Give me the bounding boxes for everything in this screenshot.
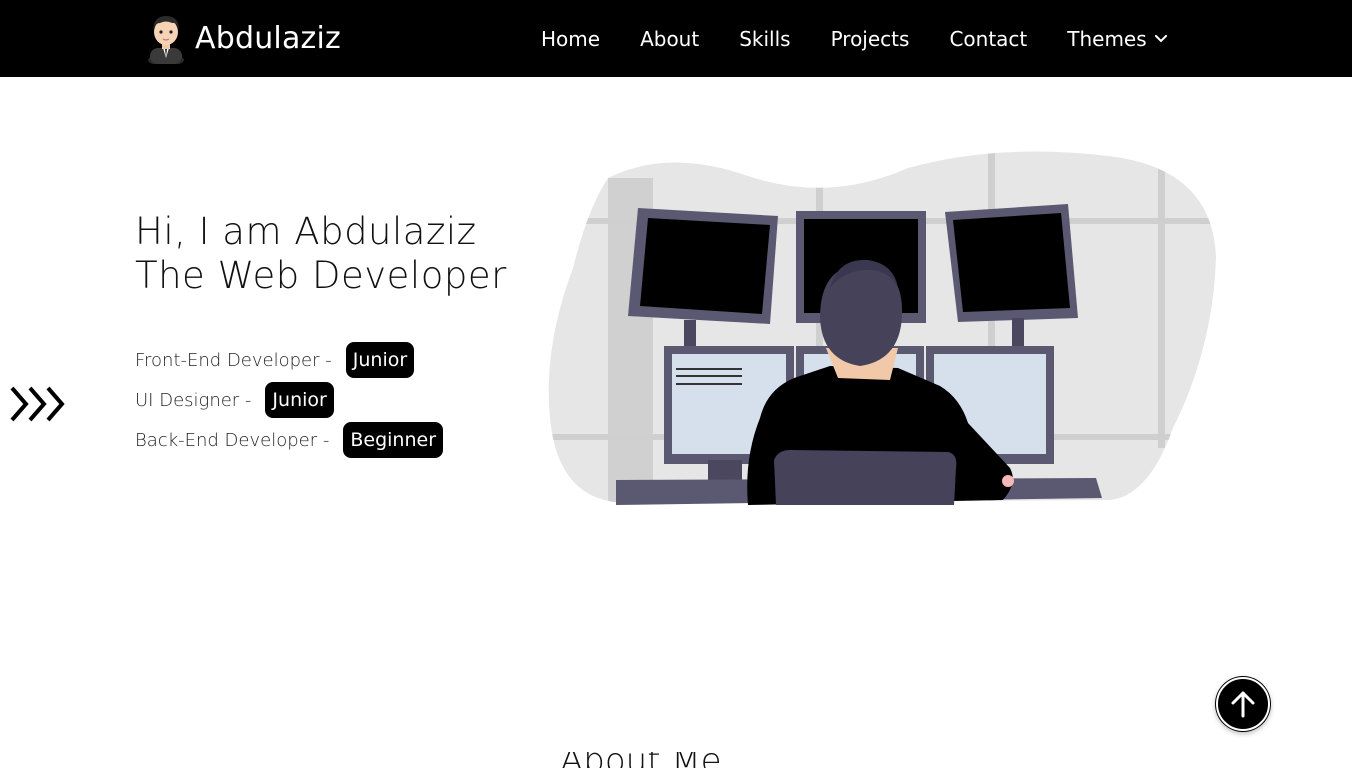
nav-link-contact[interactable]: Contact: [949, 27, 1027, 51]
nav-links: Home About Skills Projects Contact Theme…: [541, 0, 1167, 77]
role-label: Front-End Developer -: [135, 349, 332, 371]
section-heading-partial: About Me: [560, 752, 722, 768]
hero-title: Hi, I am Abdulaziz The Web Developer: [135, 210, 507, 297]
role-label: Back-End Developer -: [135, 429, 330, 451]
nav-link-skills[interactable]: Skills: [739, 27, 790, 51]
nav-link-home[interactable]: Home: [541, 27, 600, 51]
section-heading-text: About Me: [560, 752, 722, 768]
level-badge: Beginner: [343, 422, 444, 458]
level-badge: Junior: [345, 342, 415, 378]
nav-themes-label: Themes: [1067, 26, 1147, 51]
avatar: [148, 16, 184, 64]
role-item: Back-End Developer - Beginner: [135, 420, 444, 460]
developer-illustration: [548, 151, 1217, 505]
level-badge: Junior: [265, 382, 334, 418]
brand-name: Abdulaziz: [195, 20, 341, 56]
scroll-to-top-button[interactable]: [1216, 677, 1270, 731]
brand[interactable]: Abdulaziz: [144, 12, 341, 64]
chevron-down-icon: [1154, 34, 1167, 42]
navbar: Abdulaziz Home About Skills Projects Con…: [0, 0, 1352, 77]
arrow-up-icon: [1231, 691, 1255, 718]
nav-link-about[interactable]: About: [640, 27, 699, 51]
role-label: UI Designer -: [135, 389, 252, 411]
nav-link-projects[interactable]: Projects: [831, 27, 910, 51]
triple-chevron-right-icon: [10, 386, 65, 422]
role-item: UI Designer - Junior: [135, 380, 443, 420]
roles-list: Front-End Developer - Junior UI Designer…: [135, 340, 444, 460]
nav-themes-dropdown[interactable]: Themes: [1067, 26, 1167, 51]
role-item: Front-End Developer - Junior: [135, 340, 443, 380]
